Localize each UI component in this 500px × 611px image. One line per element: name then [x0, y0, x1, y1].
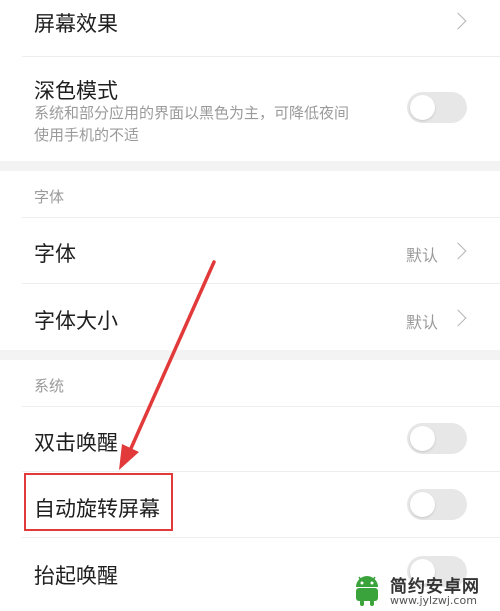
- settings-row-value: 默认: [405, 246, 438, 265]
- watermark: 简约安卓网 www.jylzwj.com: [350, 570, 500, 611]
- settings-row-dark-mode[interactable]: 深色模式 系统和部分应用的界面以黑色为主，可降低夜间 使用手机的不适: [0, 57, 500, 161]
- toggle-knob: [410, 426, 435, 451]
- section-system: 系统: [0, 360, 500, 406]
- android-logo-icon: [356, 576, 378, 606]
- settings-row-label: 字体: [34, 242, 76, 266]
- chevron-right-icon: [449, 12, 467, 30]
- settings-row-description: 系统和部分应用的界面以黑色为主，可降低夜间 使用手机的不适: [34, 102, 394, 146]
- section-gap: [0, 161, 500, 171]
- dark-mode-toggle[interactable]: [407, 92, 467, 123]
- chevron-right-icon: [449, 242, 467, 260]
- section-header-system: 系统: [34, 377, 65, 395]
- settings-row-double-tap-wake[interactable]: 双击唤醒: [0, 407, 500, 471]
- settings-row-label: 深色模式: [34, 79, 118, 103]
- description-line: 系统和部分应用的界面以黑色为主，可降低夜间: [34, 104, 350, 122]
- settings-row-label: 抬起唤醒: [34, 564, 118, 588]
- settings-row-screen-effect[interactable]: 屏幕效果: [0, 0, 500, 48]
- section-gap: [0, 350, 500, 360]
- settings-row-label: 字体大小: [34, 309, 118, 333]
- description-line: 使用手机的不适: [34, 126, 140, 144]
- double-tap-wake-toggle[interactable]: [407, 423, 467, 454]
- watermark-url: www.jylzwj.com: [390, 594, 477, 607]
- settings-row-value: 默认: [405, 313, 438, 332]
- section-header-font: 字体: [34, 188, 65, 206]
- settings-row-font[interactable]: 字体 默认: [0, 218, 500, 283]
- toggle-knob: [410, 95, 435, 120]
- section-font: 字体: [0, 171, 500, 217]
- settings-row-label: 双击唤醒: [34, 431, 118, 455]
- settings-row-font-size[interactable]: 字体大小 默认: [0, 284, 500, 350]
- auto-rotate-toggle[interactable]: [407, 489, 467, 520]
- annotation-highlight-box: [24, 473, 173, 531]
- toggle-knob: [410, 492, 435, 517]
- chevron-right-icon: [449, 309, 467, 327]
- display-settings-screen: 屏幕效果 深色模式 系统和部分应用的界面以黑色为主，可降低夜间 使用手机的不适 …: [0, 0, 500, 611]
- settings-row-label: 屏幕效果: [34, 12, 118, 36]
